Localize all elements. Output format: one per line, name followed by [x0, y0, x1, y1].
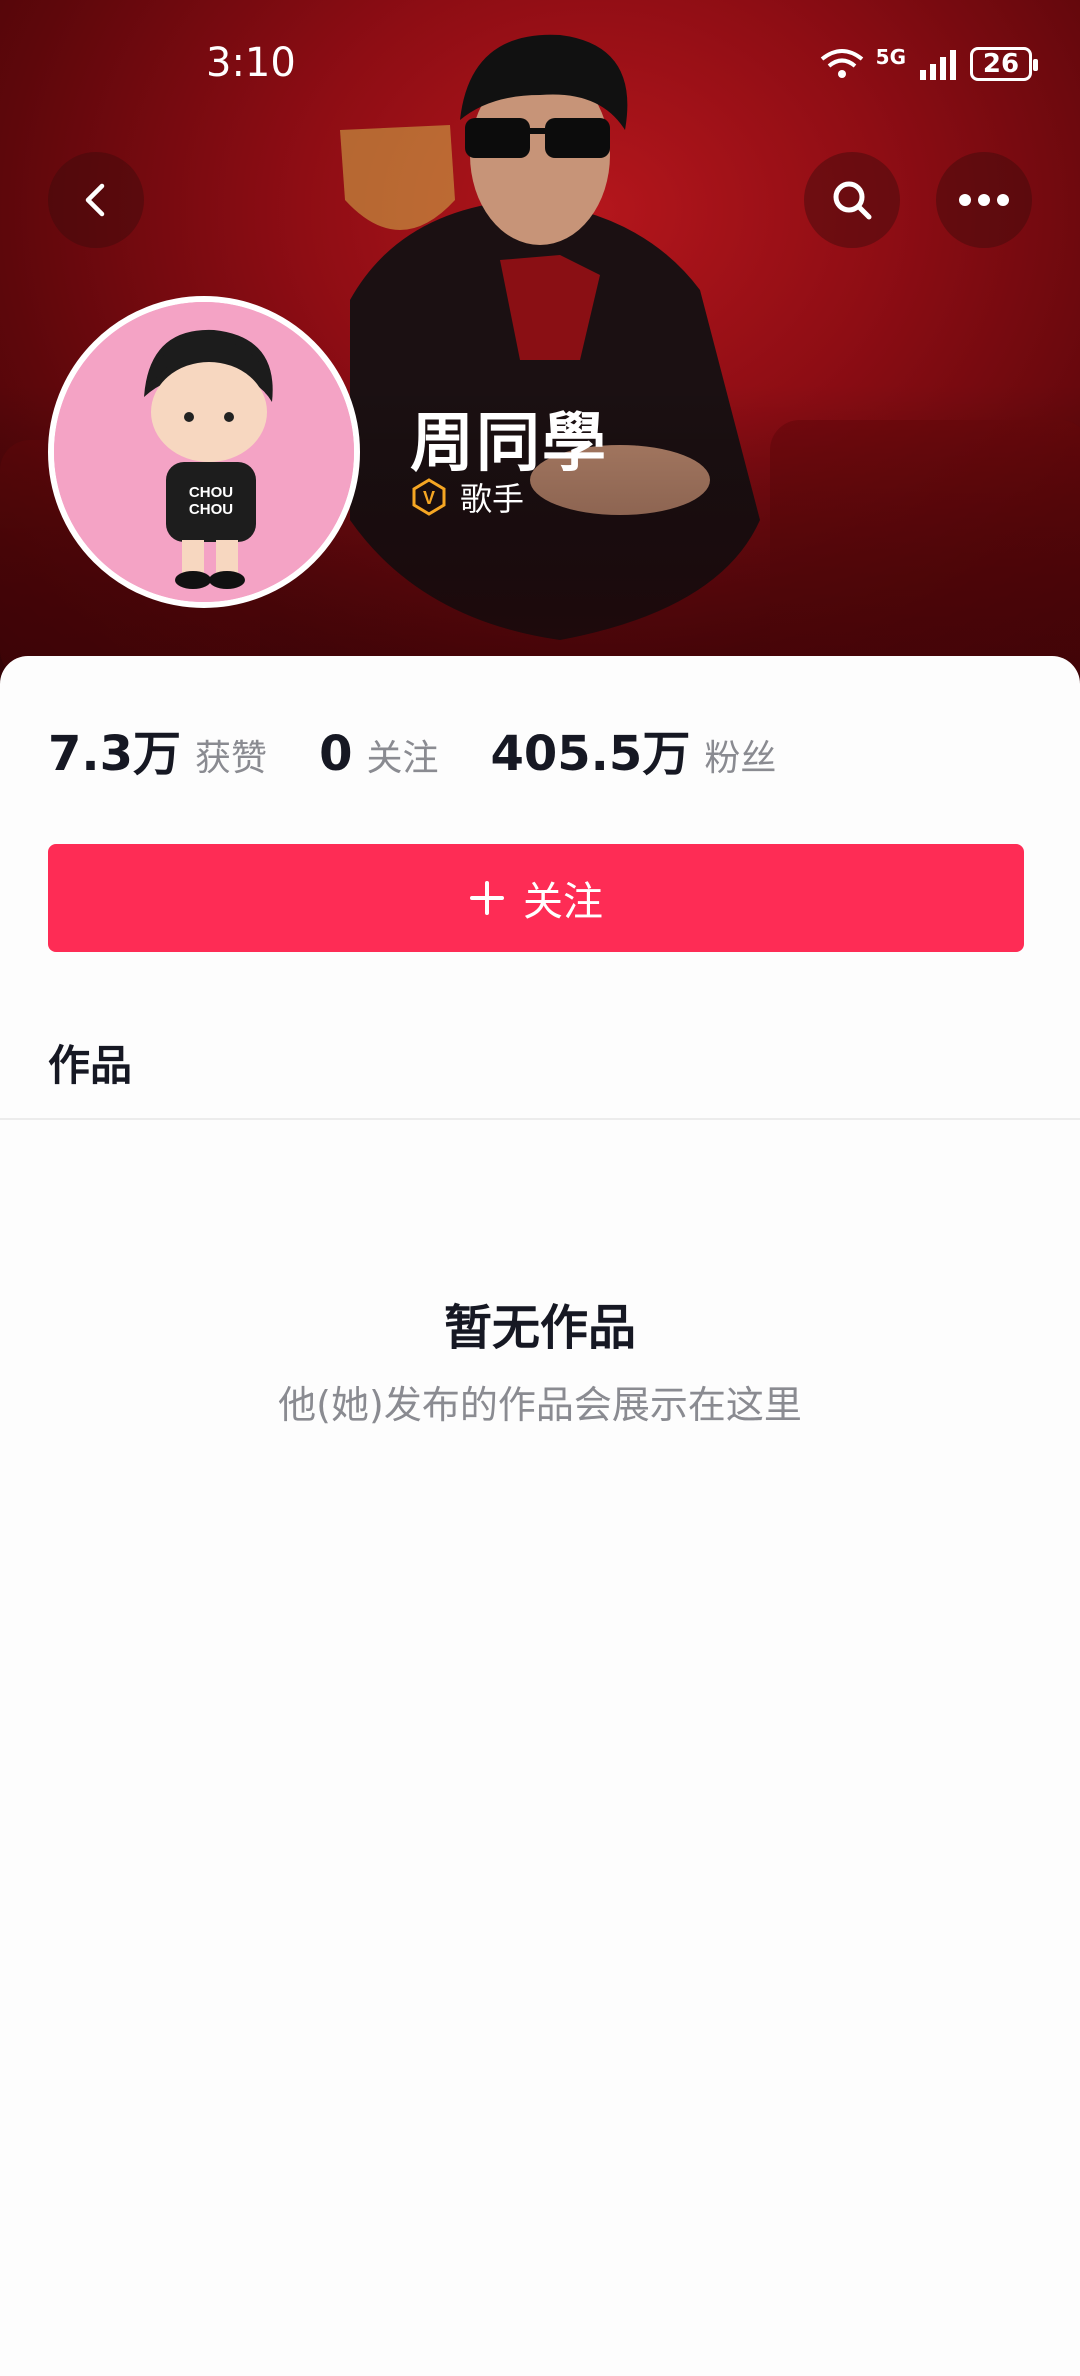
stat-following-value: 0	[319, 726, 353, 782]
status-bar: 3:10 5G 26	[0, 0, 1080, 140]
profile-content-sheet: 7.3万 获赞 0 关注 405.5万 粉丝 关注 作品 暂无作品 他(她)发布…	[0, 656, 1080, 2376]
more-button[interactable]	[936, 152, 1032, 248]
stat-followers-value: 405.5万	[490, 726, 691, 782]
network-type-label: 5G	[875, 45, 906, 69]
plus-icon	[470, 881, 504, 915]
profile-role-row: V 歌手	[410, 474, 524, 520]
wifi-icon	[820, 49, 863, 78]
search-icon	[833, 181, 872, 220]
status-time: 3:10	[206, 40, 296, 86]
profile-role: 歌手	[460, 480, 525, 518]
follow-button-label: 关注	[523, 879, 603, 925]
svg-text:V: V	[423, 488, 435, 508]
profile-avatar[interactable]: CHOU CHOU	[48, 296, 360, 608]
stat-following-label: 关注	[366, 738, 439, 779]
verified-badge-icon: V	[412, 478, 446, 516]
stat-likes-value: 7.3万	[48, 726, 182, 782]
stat-followers[interactable]: 405.5万 粉丝	[490, 714, 776, 784]
more-horizontal-icon	[959, 194, 1009, 206]
empty-state-subtitle: 他(她)发布的作品会展示在这里	[278, 1383, 802, 1427]
avatar-shirt-text: CHOU	[189, 484, 233, 501]
signal-icon	[920, 50, 956, 80]
stat-likes-label: 获赞	[195, 738, 268, 779]
battery-level: 26	[982, 49, 1020, 79]
profile-stats: 7.3万 获赞 0 关注 405.5万 粉丝	[48, 714, 828, 784]
stat-likes[interactable]: 7.3万 获赞	[48, 714, 267, 784]
tab-works[interactable]: 作品	[48, 1032, 132, 1093]
search-button[interactable]	[804, 152, 900, 248]
chevron-left-icon	[85, 183, 105, 217]
back-button[interactable]	[48, 152, 144, 248]
avatar-image: CHOU CHOU	[54, 302, 354, 602]
stat-followers-label: 粉丝	[704, 738, 777, 779]
stat-following[interactable]: 0 关注	[319, 726, 438, 782]
follow-button[interactable]: 关注	[48, 844, 1024, 952]
svg-text:CHOU: CHOU	[189, 501, 233, 518]
profile-name: 周同學	[410, 407, 608, 481]
status-icons: 5G 26	[820, 42, 1038, 86]
battery-icon: 26	[970, 47, 1038, 81]
tab-divider	[0, 1118, 1080, 1120]
empty-state-title: 暂无作品	[443, 1300, 636, 1356]
